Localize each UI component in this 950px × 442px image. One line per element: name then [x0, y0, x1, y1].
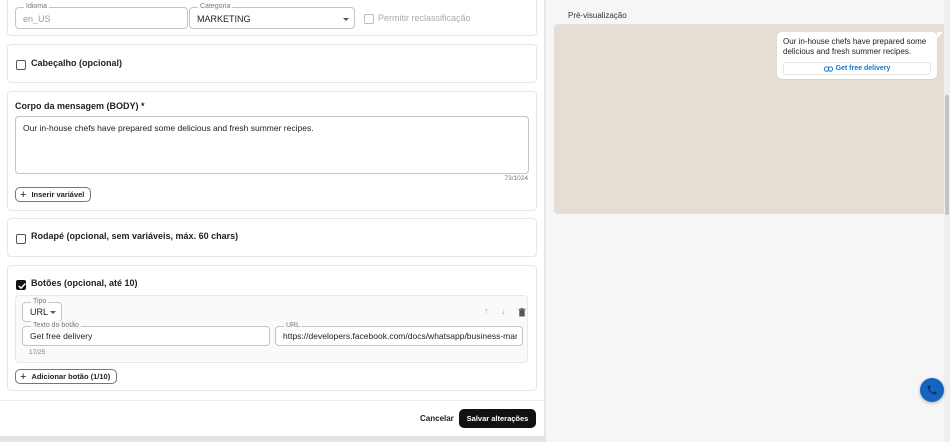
body-section-label: Corpo da mensagem (BODY) * [15, 101, 145, 111]
language-field[interactable]: Idioma en_US [15, 2, 188, 29]
button-type-select[interactable]: Tipo URL [22, 297, 62, 322]
template-editor-panel: Idioma en_US Categoria MARKETING Permiti… [0, 0, 546, 442]
delete-icon[interactable] [518, 306, 526, 320]
preview-message-text: Our in-house chefs have prepared some de… [783, 37, 927, 56]
add-button-button[interactable]: + Adicionar botão (1/10) [15, 369, 118, 384]
header-card: Cabeçalho (opcional) [7, 44, 537, 83]
link-icon [823, 65, 833, 72]
footer-card: Rodapé (opcional, sem variáveis, máx. 60… [7, 218, 537, 257]
header-section-label: Cabeçalho (opcional) [31, 58, 123, 68]
body-card: Corpo da mensagem (BODY) * Our in-house … [7, 91, 537, 211]
preview-cta-label: Get free delivery [835, 65, 891, 72]
buttons-checkbox[interactable] [16, 280, 26, 290]
footer-section-label: Rodapé (opcional, sem variáveis, máx. 60… [31, 231, 239, 241]
button-item: Tipo URL ↑ ↓ Texto do botão Get free del… [15, 295, 528, 363]
chevron-down-icon [343, 18, 349, 21]
body-char-counter: 73/1024 [504, 175, 529, 182]
move-up-icon[interactable]: ↑ [484, 306, 489, 316]
category-select[interactable]: Categoria MARKETING [189, 2, 355, 29]
allow-recategorize-checkbox[interactable] [364, 14, 374, 24]
button-type-value: URL [30, 307, 49, 317]
preview-message-bubble: Our in-house chefs have prepared some de… [777, 32, 937, 79]
category-field-label: Categoria [198, 2, 233, 12]
body-text: Our in-house chefs have prepared some de… [23, 123, 314, 133]
move-down-icon[interactable]: ↓ [501, 306, 506, 316]
save-button[interactable]: Salvar alterações [459, 409, 536, 428]
button-text-label: Texto do botão [31, 321, 81, 331]
plus-icon: + [20, 370, 27, 383]
scrollbar-thumb[interactable] [945, 95, 949, 215]
bubble-tail [937, 32, 943, 38]
button-url-label: URL [284, 321, 303, 331]
button-text-value: Get free delivery [30, 331, 93, 341]
right-scrollbar[interactable] [944, 0, 950, 442]
plus-icon: + [20, 188, 27, 201]
button-url-value: https://developers.facebook.com/docs/wha… [283, 331, 517, 341]
insert-variable-label: Inserir variável [31, 190, 85, 199]
cancel-button[interactable]: Cancelar [420, 414, 454, 423]
language-field-label: Idioma [24, 2, 50, 12]
preview-title: Pré-visualização [568, 11, 627, 20]
action-bar: Cancelar Salvar alterações [0, 400, 546, 436]
body-textarea[interactable]: Our in-house chefs have prepared some de… [15, 116, 529, 174]
chevron-down-icon [50, 311, 56, 314]
checkmark-icon [18, 283, 26, 290]
allow-recategorize-label: Permitir reclassificação [378, 13, 471, 23]
category-value: MARKETING [197, 14, 251, 24]
button-text-counter: 17/25 [29, 349, 46, 356]
bottom-bar [0, 436, 546, 442]
preview-cta-button[interactable]: Get free delivery [783, 62, 931, 75]
phone-fab-button[interactable] [920, 378, 944, 402]
footer-checkbox[interactable] [16, 234, 26, 244]
insert-variable-button[interactable]: + Inserir variável [15, 187, 92, 202]
add-button-label: Adicionar botão (1/10) [31, 372, 111, 381]
button-url-field[interactable]: URL https://developers.facebook.com/docs… [275, 321, 523, 346]
button-type-label: Tipo [31, 297, 49, 307]
button-text-field[interactable]: Texto do botão Get free delivery [22, 321, 270, 346]
header-checkbox[interactable] [16, 60, 26, 70]
language-category-card: Idioma en_US Categoria MARKETING Permiti… [7, 0, 537, 36]
language-value: en_US [23, 14, 51, 24]
phone-icon [927, 385, 937, 395]
buttons-card: Botões (opcional, até 10) Tipo URL ↑ ↓ T… [7, 265, 537, 391]
buttons-section-label: Botões (opcional, até 10) [31, 278, 138, 288]
